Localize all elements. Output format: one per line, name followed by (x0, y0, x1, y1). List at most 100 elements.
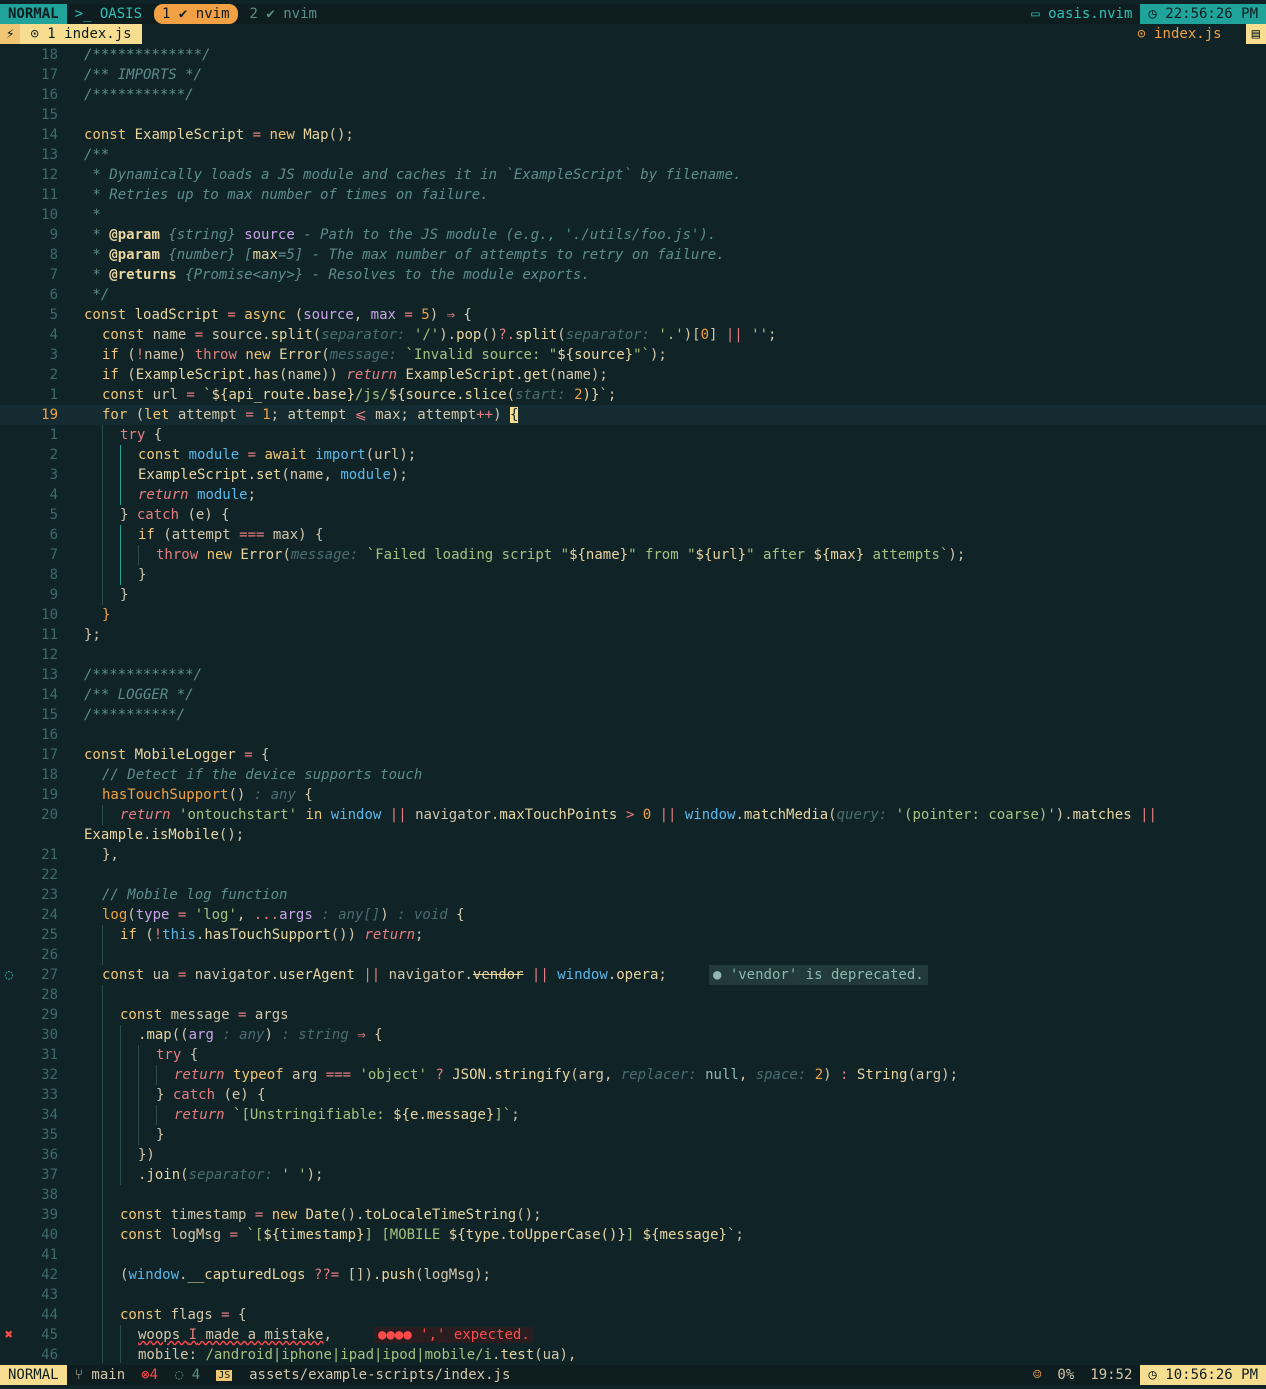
code-line[interactable]: 41 (0, 1245, 1266, 1265)
line-number: 8 (49, 567, 58, 583)
code-line[interactable]: 39 const timestamp = new Date().toLocaleT… (0, 1205, 1266, 1225)
code-line[interactable]: 7 * @returns {Promise<any>} - Resolves t… (0, 265, 1266, 285)
diagnostics[interactable]: ⊗ 4 ◌ 4 (133, 1365, 208, 1385)
code-line[interactable]: ✖ 45 woops I made a mistake, ●●●● ',' expe… (0, 1325, 1266, 1345)
code-line[interactable]: 44 const flags = { (0, 1305, 1266, 1325)
code-line[interactable]: 18 // Detect if the device supports touch (0, 765, 1266, 785)
code-line[interactable]: 31 try { (0, 1045, 1266, 1065)
bulb-sign-icon[interactable]: ◌ (2, 965, 16, 985)
line-number: 21 (41, 847, 58, 863)
line-number: 9 (49, 587, 58, 603)
code-line[interactable]: 14 const ExampleScript = new Map(); (0, 125, 1266, 145)
code-line[interactable]: 11}; (0, 625, 1266, 645)
line-number: 12 (41, 647, 58, 663)
line-number: 4 (49, 487, 58, 503)
line-number: 30 (41, 1027, 58, 1043)
code-text: /*************/ (84, 47, 211, 63)
bulb-icon: ◌ (174, 1367, 184, 1383)
code-line[interactable]: 5} catch (e) { (0, 505, 1266, 525)
code-line[interactable]: 29 const message = args (0, 1005, 1266, 1025)
line-number: 13 (41, 147, 58, 163)
code-line[interactable]: Example.isMobile(); (0, 825, 1266, 845)
code-line[interactable]: 18 /*************/ (0, 45, 1266, 65)
code-line[interactable]: 1 const url = `${api_route.base}/js/${sou… (0, 385, 1266, 405)
code-line[interactable]: 17 /** IMPORTS */ (0, 65, 1266, 85)
code-line[interactable]: 40 const logMsg = `[${timestamp}] [MOBILE… (0, 1225, 1266, 1245)
code-line[interactable]: 21}, (0, 845, 1266, 865)
line-number: 34 (41, 1107, 58, 1123)
circle-icon: ⊙ (1137, 26, 1155, 42)
code-line[interactable]: 3 ExampleScript.set(name, module); (0, 465, 1266, 485)
code-line[interactable]: 17 const MobileLogger = { (0, 745, 1266, 765)
code-line[interactable]: 14 /** LOGGER */ (0, 685, 1266, 705)
code-line[interactable]: 3 if (!name) throw new Error(message: `In… (0, 345, 1266, 365)
code-line[interactable]: 35} (0, 1125, 1266, 1145)
code-line[interactable]: 38 (0, 1185, 1266, 1205)
code-line[interactable]: 12 * Dynamically loads a JS module and c… (0, 165, 1266, 185)
code-text: * @param {string} source - Path to the J… (84, 227, 717, 243)
line-number: 24 (41, 907, 58, 923)
line-number: 10 (41, 207, 58, 223)
code-text: woops I made a mistake, ●●●● ',' expecte… (84, 1325, 534, 1345)
code-line[interactable]: 12 (0, 645, 1266, 665)
code-text: ExampleScript.set(name, module); (84, 465, 408, 485)
code-line[interactable]: 13 /** (0, 145, 1266, 165)
editor[interactable]: 18/*************/17/** IMPORTS */16/****… (0, 45, 1266, 1363)
code-line[interactable]: 37 .join(separator: ' '); (0, 1165, 1266, 1185)
code-line[interactable]: 8 * @param {number} [max=5] - The max nu… (0, 245, 1266, 265)
code-line[interactable]: ◌ 27 const ua = navigator.userAgent || nav… (0, 965, 1266, 985)
code-line[interactable]: 16 /***********/ (0, 85, 1266, 105)
document-icon: ▤ (1245, 24, 1266, 44)
code-line[interactable]: 33} catch (e) { (0, 1085, 1266, 1105)
code-line[interactable]: 19 hasTouchSupport() : any { (0, 785, 1266, 805)
code-line[interactable]: 20 return 'ontouchstart' in window || nav… (0, 805, 1266, 825)
code-text: if (ExampleScript.has(name)) return Exam… (102, 367, 608, 383)
cursor-line[interactable]: 19 for (let attempt = 1; attempt ⩽ max; a… (0, 405, 1266, 425)
code-line[interactable]: 5 const loadScript = async (source, max =… (0, 305, 1266, 325)
code-line[interactable]: 22 (0, 865, 1266, 885)
code-line[interactable]: 9 * @param {string} source - Path to the… (0, 225, 1266, 245)
code-text: }; (84, 627, 101, 643)
line-number: 2 (49, 447, 58, 463)
line-number: 4 (49, 327, 58, 343)
code-line[interactable]: 8} (0, 565, 1266, 585)
circle-icon: ⊙ (30, 26, 48, 42)
code-line[interactable]: 4 const name = source.split(separator: '/… (0, 325, 1266, 345)
code-line[interactable]: 16 (0, 725, 1266, 745)
code-text: /** IMPORTS */ (84, 67, 203, 83)
code-line[interactable]: 24 log(type = 'log', ...args : any[]) : v… (0, 905, 1266, 925)
code-line[interactable]: 34 return `[Unstringifiable: ${e.message}… (0, 1105, 1266, 1125)
code-text: log(type = 'log', ...args : any[]) : voi… (102, 907, 465, 923)
code-line[interactable]: 30 .map((arg : any) : string ⇒ { (0, 1025, 1266, 1045)
tab-2[interactable]: 2 ✔ nvim (242, 4, 325, 24)
code-line[interactable]: 10 * (0, 205, 1266, 225)
code-line[interactable]: 4 return module; (0, 485, 1266, 505)
code-line[interactable]: 13 /************/ (0, 665, 1266, 685)
code-line[interactable]: 23 // Mobile log function (0, 885, 1266, 905)
code-line[interactable]: 6 if (attempt === max) { (0, 525, 1266, 545)
code-line[interactable]: 25 if (!this.hasTouchSupport()) return; (0, 925, 1266, 945)
code-line[interactable]: 36}) (0, 1145, 1266, 1165)
code-line[interactable]: 28 (0, 985, 1266, 1005)
code-line[interactable]: 43 (0, 1285, 1266, 1305)
line-number: 20 (41, 807, 58, 823)
code-line[interactable]: 32 return typeof arg === 'object' ? JSON.… (0, 1065, 1266, 1085)
code-line[interactable]: 1 try { (0, 425, 1266, 445)
buffer-tab[interactable]: ⊙ 1 index.js (20, 24, 142, 44)
code-line[interactable]: 26 (0, 945, 1266, 965)
code-line[interactable]: 15 (0, 105, 1266, 125)
code-line[interactable]: 42 (window.__capturedLogs ??= []).push(lo… (0, 1265, 1266, 1285)
code-line[interactable]: 9} (0, 585, 1266, 605)
code-line[interactable]: 46 mobile: /android|iphone|ipad|ipod|mobi… (0, 1345, 1266, 1363)
error-sign-icon[interactable]: ✖ (2, 1325, 16, 1345)
code-text: } (102, 607, 111, 623)
tab-1[interactable]: 1 ✔ nvim (154, 4, 238, 24)
code-text: } (84, 1125, 164, 1145)
code-line[interactable]: 10} (0, 605, 1266, 625)
code-line[interactable]: 11 * Retries up to max number of times o… (0, 185, 1266, 205)
code-line[interactable]: 2 const module = await import(url); (0, 445, 1266, 465)
code-line[interactable]: 2 if (ExampleScript.has(name)) return Exa… (0, 365, 1266, 385)
code-line[interactable]: 7 throw new Error(message: `Failed loadin… (0, 545, 1266, 565)
code-line[interactable]: 15 /**********/ (0, 705, 1266, 725)
code-line[interactable]: 6 */ (0, 285, 1266, 305)
